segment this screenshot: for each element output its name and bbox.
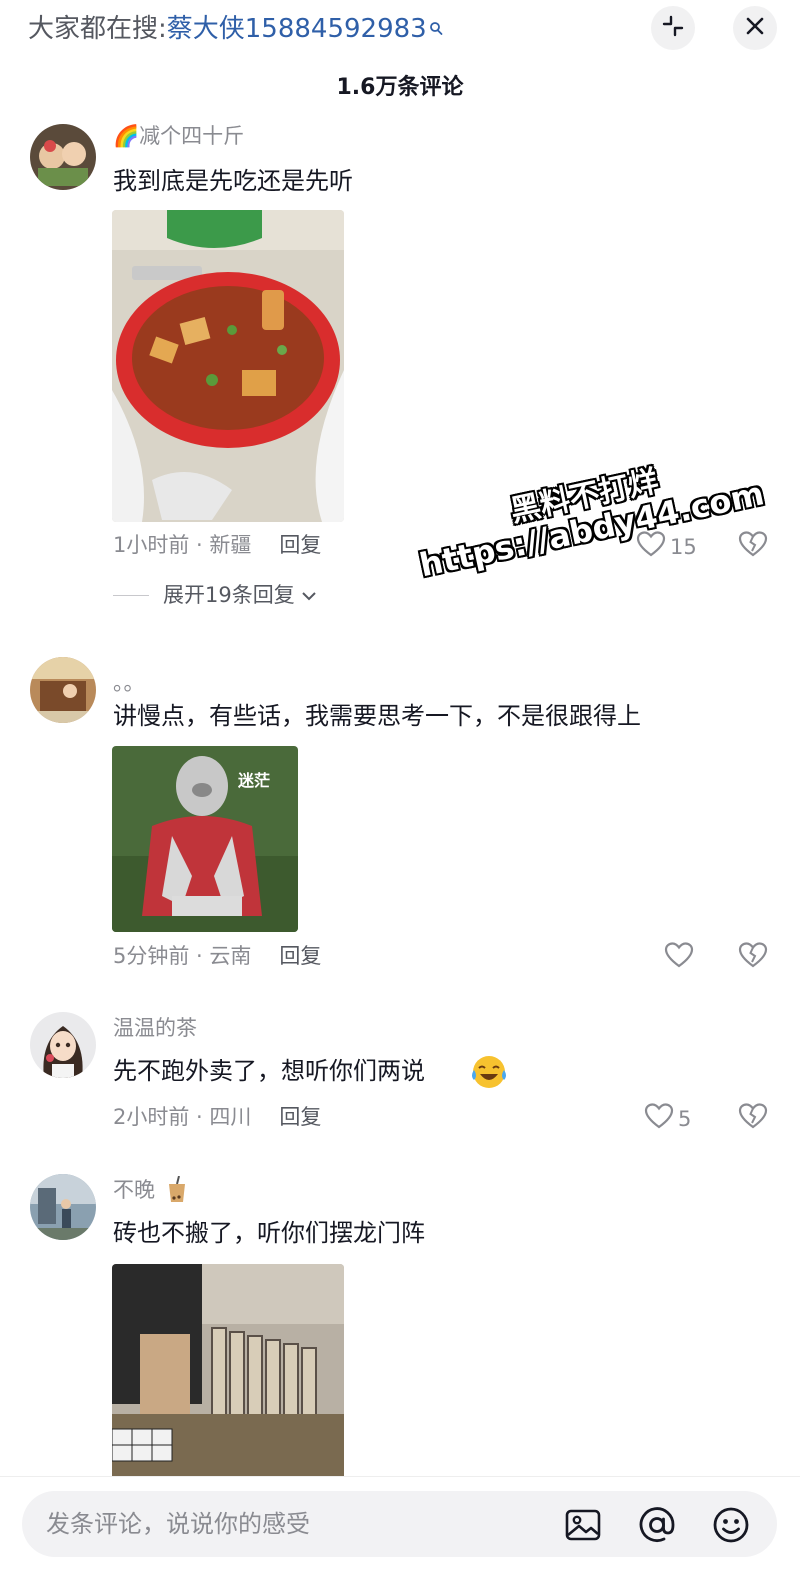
search-query[interactable]: 蔡大侠15884592983 xyxy=(167,14,427,44)
image-caption: 迷茫 xyxy=(237,771,270,790)
dislike-button[interactable] xyxy=(738,1102,768,1134)
like-button[interactable]: 15 xyxy=(636,530,697,563)
reply-button[interactable]: 回复 xyxy=(279,944,321,968)
close-button[interactable] xyxy=(733,6,777,50)
reply-button[interactable]: 回复 xyxy=(279,533,321,557)
broken-heart-icon xyxy=(738,531,768,562)
avatar[interactable] xyxy=(30,657,96,723)
avatar[interactable] xyxy=(30,124,96,190)
laughing-crying-emoji-icon xyxy=(470,1054,508,1094)
comment-meta: 2小时前 · 四川 回复 xyxy=(113,1102,321,1132)
comment-time-location: 5分钟前 · 云南 xyxy=(113,944,252,968)
comment-input-bar: 发条评论，说说你的感受 xyxy=(0,1476,800,1569)
avatar[interactable] xyxy=(30,1012,96,1078)
heart-icon xyxy=(664,941,694,974)
comment-input-placeholder: 发条评论，说说你的感受 xyxy=(46,1510,310,1538)
comments-page: 大家都在搜:蔡大侠15884592983 1.6万条评论 🌈减个四十斤 我到底是… xyxy=(0,0,800,1569)
broken-heart-icon xyxy=(738,942,768,973)
comment-item: 不晚 砖也不搬了，听你们摆龙门阵 xyxy=(0,1172,800,1476)
broken-heart-icon xyxy=(738,1103,768,1134)
comment-item: 温温的茶 先不跑外卖了，想听你们两说 2小时前 · 四川 回复 5 xyxy=(0,1010,800,1140)
collapse-button[interactable] xyxy=(651,6,695,50)
comment-text: 先不跑外卖了，想听你们两说 xyxy=(113,1057,425,1085)
chevron-down-icon xyxy=(301,580,317,610)
collapse-icon xyxy=(662,15,684,41)
comment-time-location: 2小时前 · 四川 xyxy=(113,1105,252,1129)
mention-icon[interactable] xyxy=(638,1506,676,1544)
comment-count-title: 1.6万条评论 xyxy=(336,75,464,100)
comment-image[interactable] xyxy=(112,1264,344,1476)
heart-icon xyxy=(644,1102,674,1135)
comment-meta: 5分钟前 · 云南 回复 xyxy=(113,941,321,971)
comment-text: 砖也不搬了，听你们摆龙门阵 xyxy=(113,1219,425,1247)
search-suggestion-bar: 大家都在搜:蔡大侠15884592983 xyxy=(0,0,800,58)
comment-username[interactable]: 不晚 xyxy=(113,1176,155,1204)
search-icon xyxy=(429,12,443,46)
reply-button[interactable]: 回复 xyxy=(279,1105,321,1129)
search-prefix: 大家都在搜: xyxy=(28,14,167,44)
expand-replies-label: 展开19条回复 xyxy=(163,583,295,607)
dislike-button[interactable] xyxy=(738,941,768,973)
heart-icon xyxy=(636,530,666,563)
comment-username[interactable]: 🌈减个四十斤 xyxy=(113,122,244,150)
dislike-button[interactable] xyxy=(738,530,768,562)
avatar[interactable] xyxy=(30,1174,96,1240)
like-button[interactable]: 5 xyxy=(644,1102,691,1135)
close-icon xyxy=(745,16,765,40)
like-button[interactable] xyxy=(664,941,694,974)
divider-line xyxy=(113,594,149,596)
comment-input[interactable]: 发条评论，说说你的感受 xyxy=(22,1491,777,1557)
comment-item: 🌈减个四十斤 我到底是先吃还是先听 1小时前 · 新疆 回复 15 展开19条回… xyxy=(0,120,800,620)
comment-text: 讲慢点，有些话，我需要思考一下，不是很跟得上 xyxy=(113,702,641,730)
image-icon[interactable] xyxy=(564,1506,602,1544)
expand-replies-button[interactable]: 展开19条回复 xyxy=(113,580,317,610)
comment-username[interactable]: 。。 xyxy=(113,669,145,697)
comment-image[interactable]: 迷茫 xyxy=(112,746,298,932)
comment-time-location: 1小时前 · 新疆 xyxy=(113,533,252,557)
comment-text: 我到底是先吃还是先听 xyxy=(113,167,353,195)
bubble-tea-icon xyxy=(166,1175,188,1208)
comment-meta: 1小时前 · 新疆 回复 xyxy=(113,530,321,560)
like-count: 15 xyxy=(670,534,697,559)
emoji-icon[interactable] xyxy=(712,1506,750,1544)
comment-item: 。。 讲慢点，有些话，我需要思考一下，不是很跟得上 迷茫 5分钟前 · 云南 回复 xyxy=(0,655,800,985)
search-suggestion[interactable]: 大家都在搜:蔡大侠15884592983 xyxy=(28,12,443,46)
comment-username[interactable]: 温温的茶 xyxy=(113,1014,197,1042)
like-count: 5 xyxy=(678,1106,692,1131)
comment-image[interactable] xyxy=(112,210,344,522)
